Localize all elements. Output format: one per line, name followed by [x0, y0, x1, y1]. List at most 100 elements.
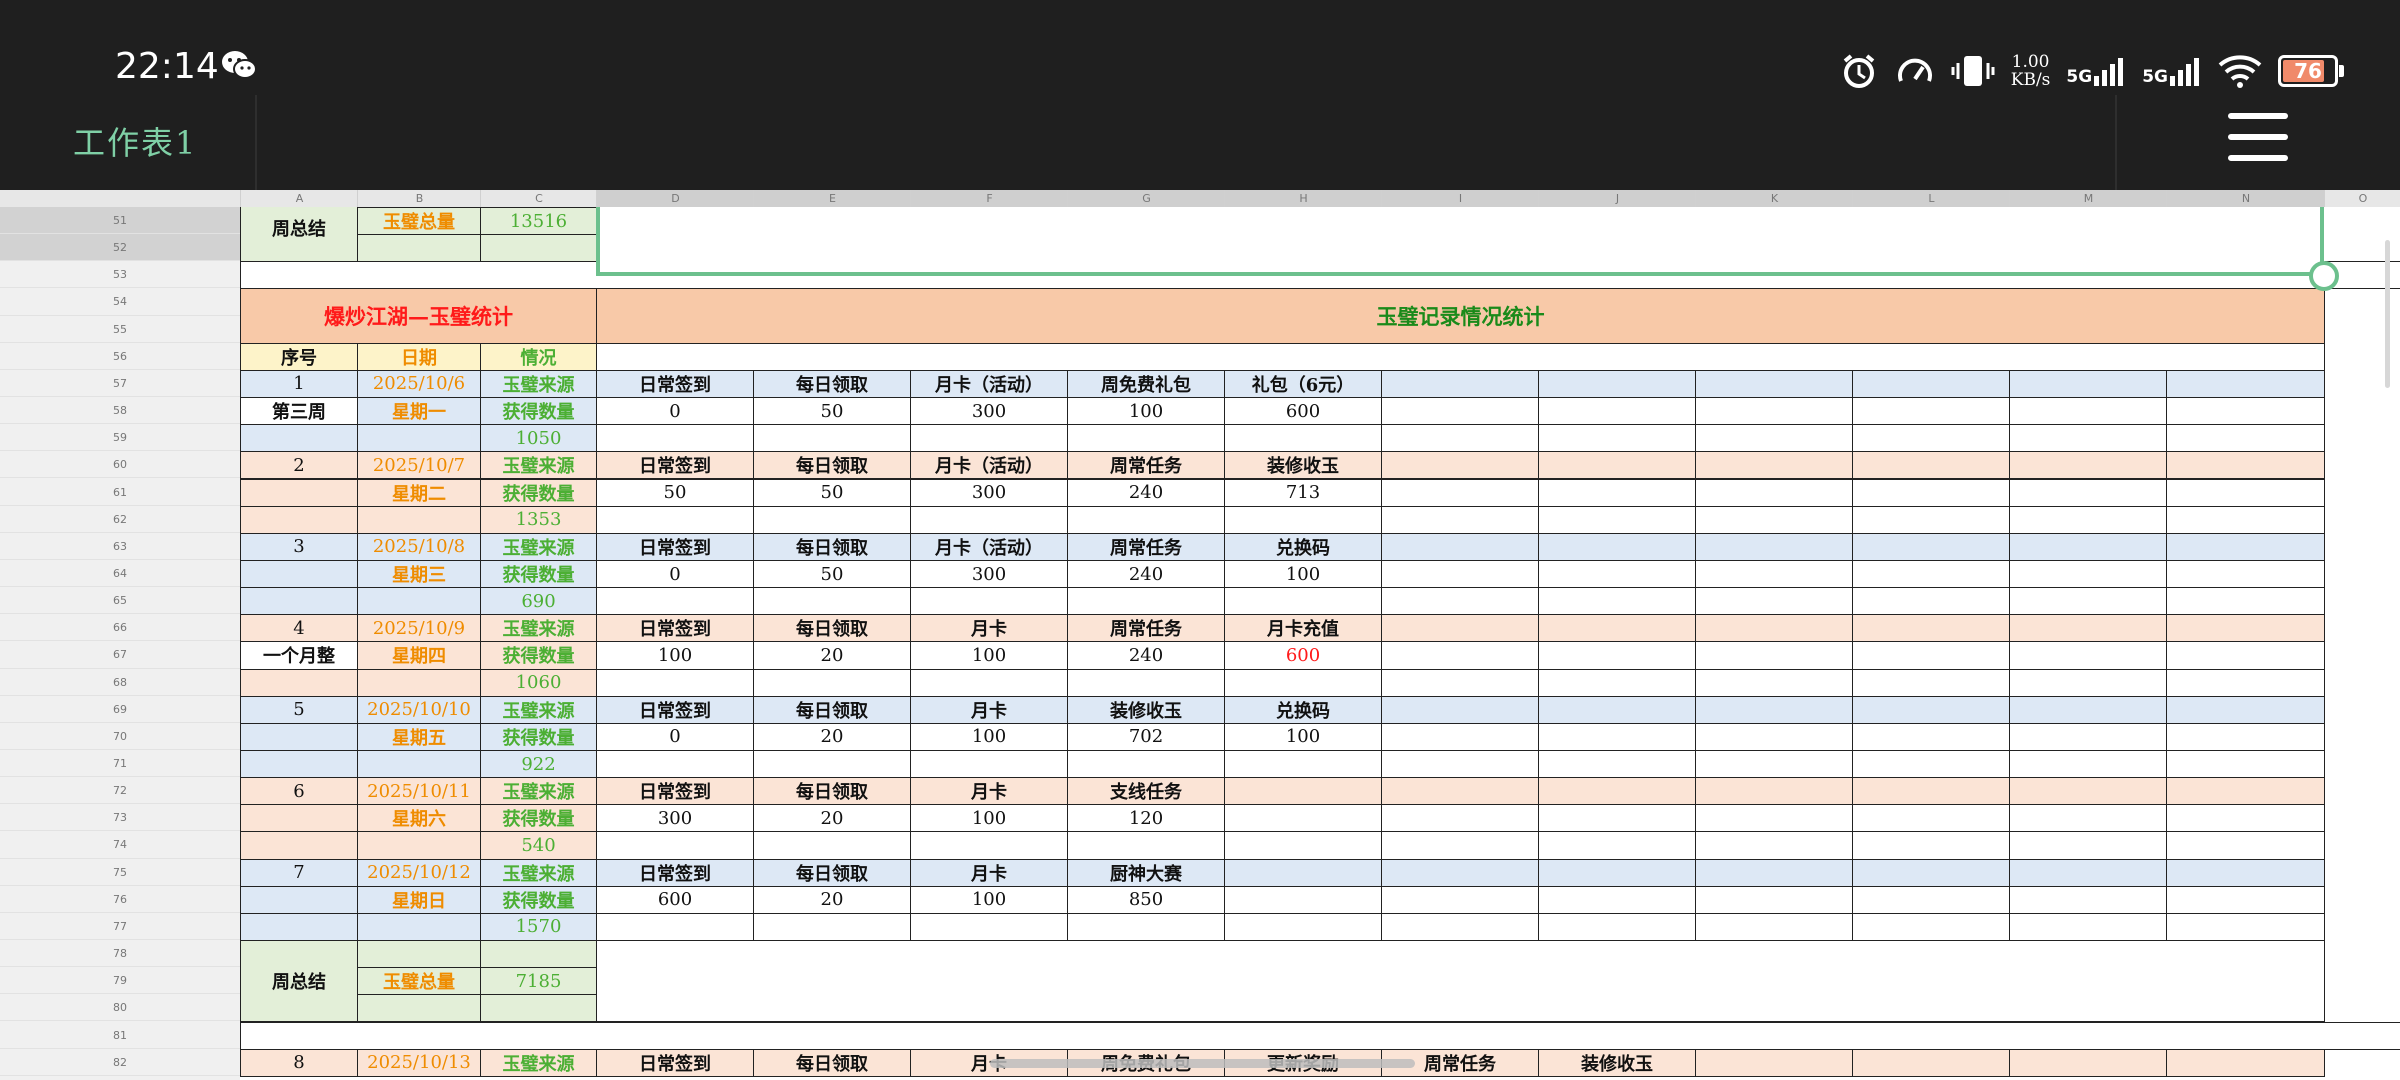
count-value[interactable]: 600 [1224, 641, 1382, 670]
count-value[interactable]: 0 [596, 722, 754, 751]
source-item[interactable]: 每日领取 [753, 1048, 911, 1077]
blank-row[interactable] [240, 1021, 2400, 1050]
cell[interactable] [2009, 559, 2167, 589]
count-label[interactable]: 获得数量 [480, 559, 597, 589]
cell[interactable] [1224, 804, 1382, 833]
source-item[interactable]: 月卡（活动） [910, 451, 1068, 480]
day-weekday[interactable]: 星期二 [357, 478, 481, 507]
cell[interactable] [1538, 722, 1696, 751]
cell[interactable] [2166, 722, 2325, 751]
count-label[interactable]: 获得数量 [480, 641, 597, 670]
cell[interactable] [1852, 722, 2010, 751]
count-value[interactable]: 100 [596, 641, 754, 670]
row-header-75[interactable]: 75 [0, 859, 240, 886]
sheet-tab[interactable]: 工作表1 [73, 118, 197, 164]
cell[interactable] [357, 940, 481, 969]
cell[interactable] [2166, 777, 2325, 806]
cell[interactable] [357, 587, 481, 616]
count-value[interactable]: 300 [910, 559, 1068, 589]
row-header-64[interactable]: 64 [0, 560, 240, 588]
cell[interactable] [1381, 451, 1539, 480]
cell[interactable] [2009, 505, 2167, 534]
column-header-k[interactable]: K [1695, 190, 1853, 207]
cell[interactable] [2009, 777, 2167, 806]
cell[interactable] [596, 668, 754, 697]
count-label[interactable]: 获得数量 [480, 885, 597, 914]
cell[interactable] [2009, 614, 2167, 643]
cell[interactable] [2166, 885, 2325, 914]
day-weekday[interactable]: 星期六 [357, 804, 481, 833]
source-item[interactable]: 装修收玉 [1067, 695, 1225, 724]
total-value[interactable]: 13516 [480, 207, 597, 236]
cell[interactable] [2166, 478, 2325, 507]
row-header-51[interactable]: 51 [0, 207, 240, 235]
source-item[interactable]: 每日领取 [753, 369, 911, 399]
source-item[interactable]: 月卡 [910, 614, 1068, 643]
row-header[interactable]: 51 52 53 54 55 56 57 58 59 60 61 62 63 64 65 66 67 68 69 70… [0, 207, 240, 1080]
cell[interactable] [1538, 424, 1696, 453]
row-header-62[interactable]: 62 [0, 506, 240, 533]
cell[interactable] [1224, 777, 1382, 806]
day-note[interactable] [240, 559, 358, 589]
cell[interactable] [1381, 397, 1539, 426]
row-header-56[interactable]: 56 [0, 343, 240, 370]
cell[interactable] [2166, 804, 2325, 833]
row-header-76[interactable]: 76 [0, 886, 240, 913]
day-note[interactable] [240, 478, 358, 507]
cell[interactable] [1381, 369, 1539, 399]
week-summary-label[interactable]: 周总结 [240, 207, 358, 263]
column-header-n[interactable]: N [2166, 190, 2325, 207]
cell[interactable] [2009, 831, 2167, 860]
cell[interactable] [1067, 668, 1225, 697]
day-total[interactable]: 1050 [480, 424, 597, 453]
source-item[interactable]: 周常任务 [1067, 451, 1225, 480]
cell[interactable] [2009, 750, 2167, 779]
cell[interactable] [1538, 885, 1696, 914]
cell[interactable] [1852, 912, 2010, 942]
count-value[interactable]: 850 [1067, 885, 1225, 914]
source-label[interactable]: 玉璧来源 [480, 451, 597, 480]
count-value[interactable]: 50 [596, 478, 754, 507]
cell[interactable] [910, 668, 1068, 697]
source-label[interactable]: 玉璧来源 [480, 858, 597, 887]
cell[interactable] [1538, 777, 1696, 806]
row-header-60[interactable]: 60 [0, 451, 240, 479]
cell[interactable] [2009, 885, 2167, 914]
cell[interactable] [1224, 885, 1382, 914]
cell[interactable] [2166, 532, 2325, 561]
cell[interactable] [1695, 695, 1853, 724]
day-date[interactable]: 2025/10/6 [357, 369, 481, 399]
cell[interactable] [1695, 885, 1853, 914]
cell[interactable] [1695, 369, 1853, 399]
cell[interactable] [1852, 424, 2010, 453]
source-item[interactable]: 支线任务 [1067, 777, 1225, 806]
source-item[interactable]: 兑换码 [1224, 532, 1382, 561]
cell[interactable] [1538, 532, 1696, 561]
cell[interactable] [596, 912, 754, 942]
day-index[interactable]: 5 [240, 695, 358, 724]
source-item[interactable]: 装修收玉 [1224, 451, 1382, 480]
cell[interactable] [596, 831, 754, 860]
source-item[interactable]: 月卡充值 [1224, 614, 1382, 643]
row-header-80[interactable]: 80 [0, 994, 240, 1022]
source-item[interactable]: 日常签到 [596, 532, 754, 561]
day-note[interactable]: 第三周 [240, 397, 358, 426]
day-index[interactable]: 7 [240, 858, 358, 887]
day-index[interactable]: 4 [240, 614, 358, 643]
cell[interactable] [1381, 614, 1539, 643]
cell[interactable] [1381, 641, 1539, 670]
count-value[interactable]: 300 [910, 478, 1068, 507]
cell[interactable] [1852, 858, 2010, 887]
total-label[interactable]: 玉璧总量 [357, 207, 481, 236]
cell[interactable] [1538, 369, 1696, 399]
count-value[interactable]: 713 [1224, 478, 1382, 507]
cell[interactable] [2166, 668, 2325, 697]
row-header-78[interactable]: 78 [0, 940, 240, 968]
cell[interactable] [2166, 397, 2325, 426]
cell[interactable] [1695, 641, 1853, 670]
day-date[interactable]: 2025/10/12 [357, 858, 481, 887]
total-value[interactable]: 7185 [480, 967, 597, 996]
column-header-a[interactable]: A [240, 190, 358, 207]
cell[interactable] [1695, 559, 1853, 589]
count-value[interactable]: 240 [1067, 641, 1225, 670]
